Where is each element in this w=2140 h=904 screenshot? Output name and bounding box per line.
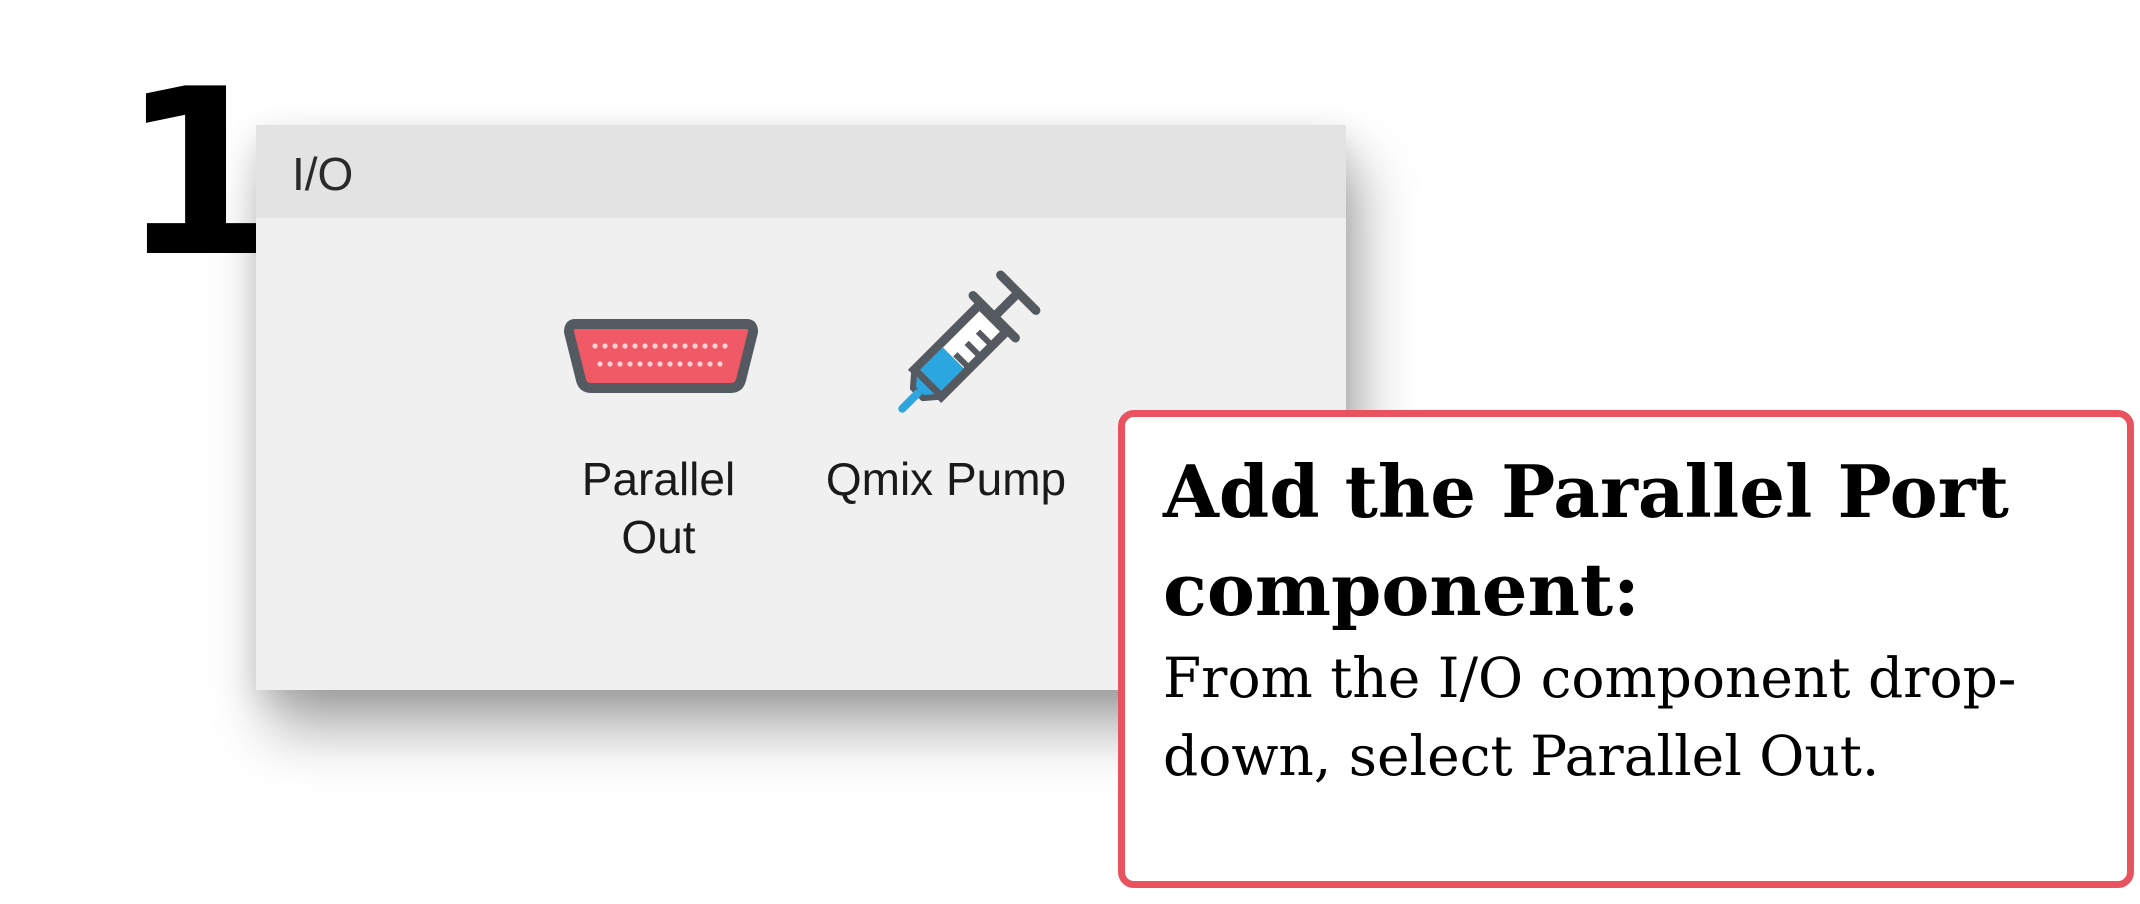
- step-number: 1: [120, 41, 280, 308]
- panel-header: I/O: [256, 125, 1346, 218]
- qmix-pump-component[interactable]: Qmix Pump: [801, 265, 1091, 505]
- tutorial-step: 1 I/O Parallel Out Qmix Pump Add the Par…: [0, 0, 2140, 904]
- panel-title: I/O: [292, 148, 354, 200]
- instruction-callout: Add the Parallel Port component: From th…: [1118, 410, 2134, 888]
- parallel-out-label: Parallel Out: [581, 453, 736, 563]
- qmix-pump-label: Qmix Pump: [825, 453, 1067, 505]
- syringe-icon: [898, 270, 1041, 413]
- parallel-out-component[interactable]: Parallel Out: [526, 310, 791, 580]
- callout-body: From the I/O component drop-down, select…: [1163, 646, 2017, 788]
- callout-heading: Add the Parallel Port component:: [1163, 449, 2009, 632]
- parallel-port-icon: [564, 319, 758, 393]
